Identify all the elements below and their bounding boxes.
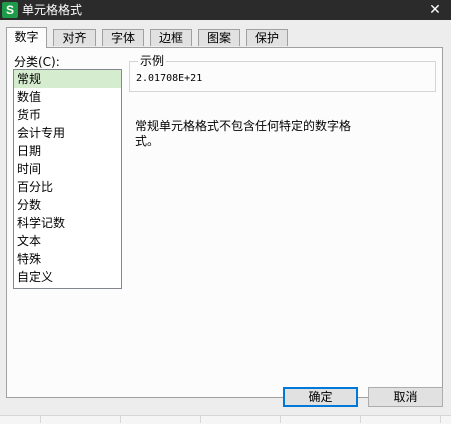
close-icon[interactable]: ✕ xyxy=(427,0,443,20)
category-item-currency[interactable]: 货币 xyxy=(14,106,121,124)
grid-divider xyxy=(120,415,121,423)
tab-pattern[interactable]: 图案 xyxy=(198,29,240,46)
category-label: 分类(C): xyxy=(14,55,60,69)
title-bar: S 单元格格式 ✕ xyxy=(0,0,451,20)
format-description: 常规单元格格式不包含任何特定的数字格式。 xyxy=(135,119,352,148)
tab-border[interactable]: 边框 xyxy=(150,29,192,46)
sample-value: 2.01708E+21 xyxy=(136,73,203,84)
number-tab-panel: 分类(C): 常规 数值 货币 会计专用 日期 时间 百分比 分数 科学记数 文… xyxy=(6,47,443,398)
tab-number[interactable]: 数字 xyxy=(6,27,47,48)
category-item-general[interactable]: 常规 xyxy=(14,70,121,88)
ok-button[interactable]: 确定 xyxy=(283,387,358,407)
cancel-button[interactable]: 取消 xyxy=(368,387,443,407)
category-item-number[interactable]: 数值 xyxy=(14,88,121,106)
tab-alignment[interactable]: 对齐 xyxy=(53,29,96,46)
wps-spreadsheet-icon: S xyxy=(2,2,18,18)
category-item-date[interactable]: 日期 xyxy=(14,142,121,160)
category-item-text[interactable]: 文本 xyxy=(14,232,121,250)
category-item-accounting[interactable]: 会计专用 xyxy=(14,124,121,142)
grid-divider xyxy=(200,415,201,423)
grid-divider xyxy=(440,415,441,423)
sample-legend: 示例 xyxy=(138,53,167,69)
category-item-scientific[interactable]: 科学记数 xyxy=(14,214,121,232)
category-item-fraction[interactable]: 分数 xyxy=(14,196,121,214)
grid-divider xyxy=(280,415,281,423)
tab-protection[interactable]: 保护 xyxy=(246,29,288,46)
category-item-custom[interactable]: 自定义 xyxy=(14,268,121,286)
grid-divider xyxy=(360,415,361,423)
window-title: 单元格格式 xyxy=(22,3,83,17)
category-list[interactable]: 常规 数值 货币 会计专用 日期 时间 百分比 分数 科学记数 文本 特殊 自定… xyxy=(13,69,122,289)
category-item-percentage[interactable]: 百分比 xyxy=(14,178,121,196)
sample-group: 示例 2.01708E+21 xyxy=(129,53,436,92)
category-item-special[interactable]: 特殊 xyxy=(14,250,121,268)
format-cells-dialog: 数字 对齐 字体 边框 图案 保护 分类(C): 常规 数值 货币 会计专用 日… xyxy=(0,20,451,423)
category-item-time[interactable]: 时间 xyxy=(14,160,121,178)
tab-font[interactable]: 字体 xyxy=(102,29,144,46)
grid-divider xyxy=(40,415,41,423)
